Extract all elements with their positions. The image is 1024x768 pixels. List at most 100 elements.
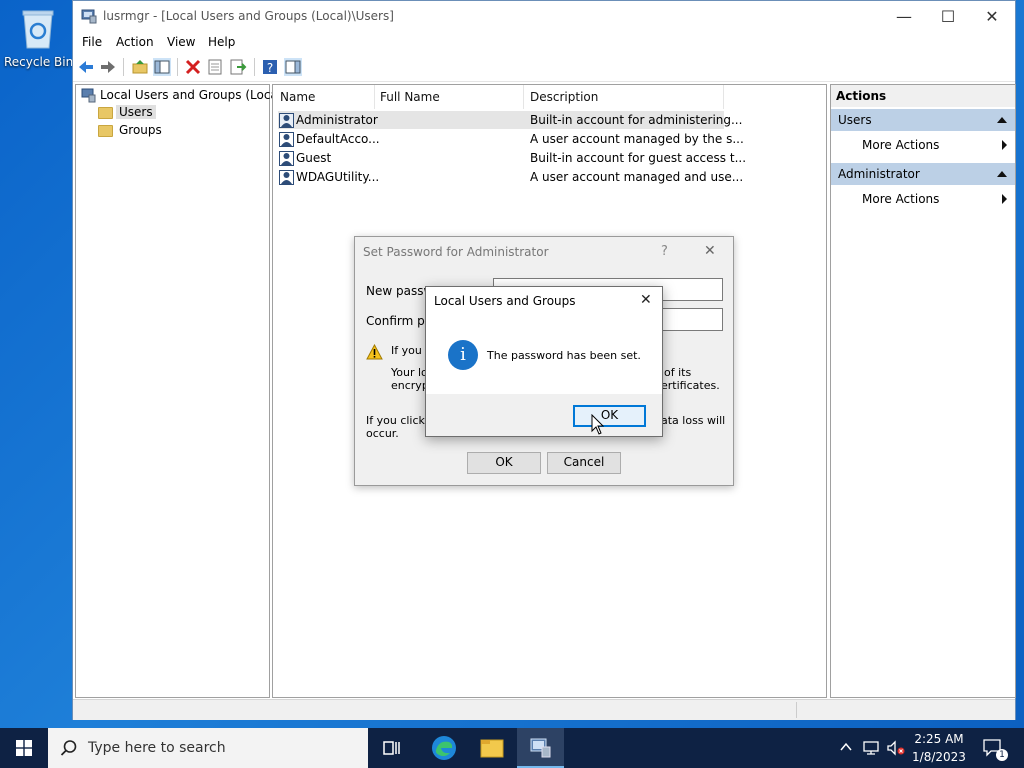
help-icon[interactable]: ? <box>261 58 279 76</box>
show-hide-action-pane-icon[interactable] <box>284 58 302 76</box>
tree-item-groups[interactable]: Groups <box>119 123 162 137</box>
svg-text:?: ? <box>267 61 273 75</box>
recycle-bin-icon <box>22 10 54 49</box>
note-line-1b: ata loss will <box>661 414 726 427</box>
chevron-up-icon[interactable] <box>840 742 852 752</box>
volume-muted-icon[interactable] <box>886 740 906 756</box>
collapse-arrow-icon[interactable] <box>997 171 1007 177</box>
section-title: Users <box>838 113 872 127</box>
column-header-full-name[interactable]: Full Name <box>380 90 440 104</box>
column-header-description[interactable]: Description <box>530 90 598 104</box>
submenu-arrow-icon <box>1002 140 1007 150</box>
mouse-cursor-icon <box>591 414 605 435</box>
actions-pane: Actions Users More Actions Administrator… <box>830 84 1016 698</box>
menu-view[interactable]: View <box>167 35 195 49</box>
taskbar-search-box[interactable]: Type here to search <box>48 728 368 768</box>
edge-browser-icon[interactable] <box>431 735 457 761</box>
user-name: DefaultAcco... <box>296 132 380 146</box>
column-divider[interactable] <box>723 85 724 109</box>
table-row[interactable]: WDAGUtility... A user account managed an… <box>278 169 743 187</box>
warning-icon <box>366 344 383 360</box>
network-icon[interactable] <box>862 740 880 756</box>
information-icon: i <box>448 340 478 370</box>
console-tree: Local Users and Groups (Local) Users Gro… <box>75 84 286 698</box>
menu-file[interactable]: File <box>82 35 102 49</box>
clock-date[interactable]: 1/8/2023 <box>910 750 968 764</box>
dialog-title: Set Password for Administrator <box>363 245 549 259</box>
toolbar: ? <box>73 54 1015 82</box>
table-row[interactable]: Guest Built-in account for guest access … <box>278 150 746 168</box>
computer-management-icon <box>530 738 551 758</box>
user-icon <box>279 170 294 185</box>
actions-header-label: Actions <box>836 89 887 103</box>
status-divider <box>796 702 797 718</box>
windows-start-icon[interactable] <box>16 740 32 756</box>
close-button[interactable]: ✕ <box>969 1 1015 32</box>
toolbar-separator <box>123 58 124 76</box>
table-row[interactable]: DefaultAcco... A user account managed by… <box>278 131 744 149</box>
message-box-title: Local Users and Groups <box>434 294 576 308</box>
computer-icon <box>81 88 96 103</box>
actions-section-administrator[interactable]: Administrator <box>831 163 1015 185</box>
up-folder-icon[interactable] <box>131 58 149 76</box>
help-button[interactable]: ? <box>661 244 668 259</box>
collapse-arrow-icon[interactable] <box>997 117 1007 123</box>
section-title: Administrator <box>838 167 920 181</box>
administrator-more-actions[interactable]: More Actions <box>862 192 939 206</box>
toolbar-separator <box>254 58 255 76</box>
user-description: Built-in account for administering... <box>530 113 743 127</box>
status-bar <box>73 699 1015 720</box>
column-header-name[interactable]: Name <box>280 90 315 104</box>
notification-badge: 1 <box>996 749 1008 761</box>
user-name: Administrator <box>296 113 378 127</box>
back-arrow-icon[interactable] <box>77 58 95 76</box>
table-row[interactable]: Administrator Built-in account for admin… <box>278 112 742 130</box>
computer-management-icon <box>81 9 97 24</box>
dialog-close-button[interactable]: ✕ <box>704 243 716 259</box>
warning-line-3b: ertificates. <box>661 379 720 392</box>
title-bar[interactable]: lusrmgr - [Local Users and Groups (Local… <box>73 1 1015 32</box>
user-description: A user account managed and use... <box>530 170 744 184</box>
recycle-bin-label: Recycle Bin <box>4 55 74 69</box>
lusrmgr-taskbar-button[interactable] <box>517 728 564 768</box>
minimize-button[interactable]: — <box>881 1 927 32</box>
user-icon <box>279 151 294 166</box>
ok-button[interactable]: OK <box>467 452 541 474</box>
warning-line-2b: of its <box>664 366 692 379</box>
user-name: WDAGUtility... <box>296 170 380 184</box>
folder-icon <box>98 107 113 119</box>
tree-item-users[interactable]: Users <box>116 105 156 119</box>
delete-icon[interactable] <box>184 58 202 76</box>
forward-arrow-icon[interactable] <box>99 58 117 76</box>
search-icon <box>60 740 77 756</box>
message-box-close-button[interactable]: ✕ <box>640 292 652 308</box>
user-description: Built-in account for guest access t... <box>530 151 747 165</box>
task-view-icon[interactable] <box>382 738 402 758</box>
message-box-ok-button[interactable]: OK <box>573 405 646 427</box>
cancel-button[interactable]: Cancel <box>547 452 621 474</box>
folder-icon <box>98 125 113 137</box>
menu-action[interactable]: Action <box>116 35 154 49</box>
export-list-icon[interactable] <box>229 58 247 76</box>
show-hide-console-tree-icon[interactable] <box>153 58 171 76</box>
clock-time[interactable]: 2:25 AM <box>910 732 968 746</box>
file-explorer-icon[interactable] <box>480 737 504 759</box>
column-divider[interactable] <box>374 85 375 109</box>
actions-section-users[interactable]: Users <box>831 109 1015 131</box>
search-placeholder: Type here to search <box>88 740 226 756</box>
password-set-message-box: Local Users and Groups ✕ i The password … <box>425 286 663 437</box>
menu-help[interactable]: Help <box>208 35 235 49</box>
user-icon <box>279 113 294 128</box>
maximize-button[interactable]: ☐ <box>925 1 971 32</box>
actions-header: Actions <box>831 85 1015 107</box>
message-text: The password has been set. <box>487 349 641 362</box>
tree-root-local-users-and-groups[interactable]: Local Users and Groups (Local) <box>100 88 286 102</box>
toolbar-separator <box>177 58 178 76</box>
properties-icon[interactable] <box>206 58 224 76</box>
note-line-2: occur. <box>366 427 399 440</box>
menu-bar: File Action View Help <box>73 32 1015 54</box>
users-more-actions[interactable]: More Actions <box>862 138 939 152</box>
user-description: A user account managed by the s... <box>530 132 744 146</box>
column-divider[interactable] <box>523 85 524 109</box>
recycle-bin-desktop-icon[interactable]: Recycle Bin <box>4 6 74 69</box>
